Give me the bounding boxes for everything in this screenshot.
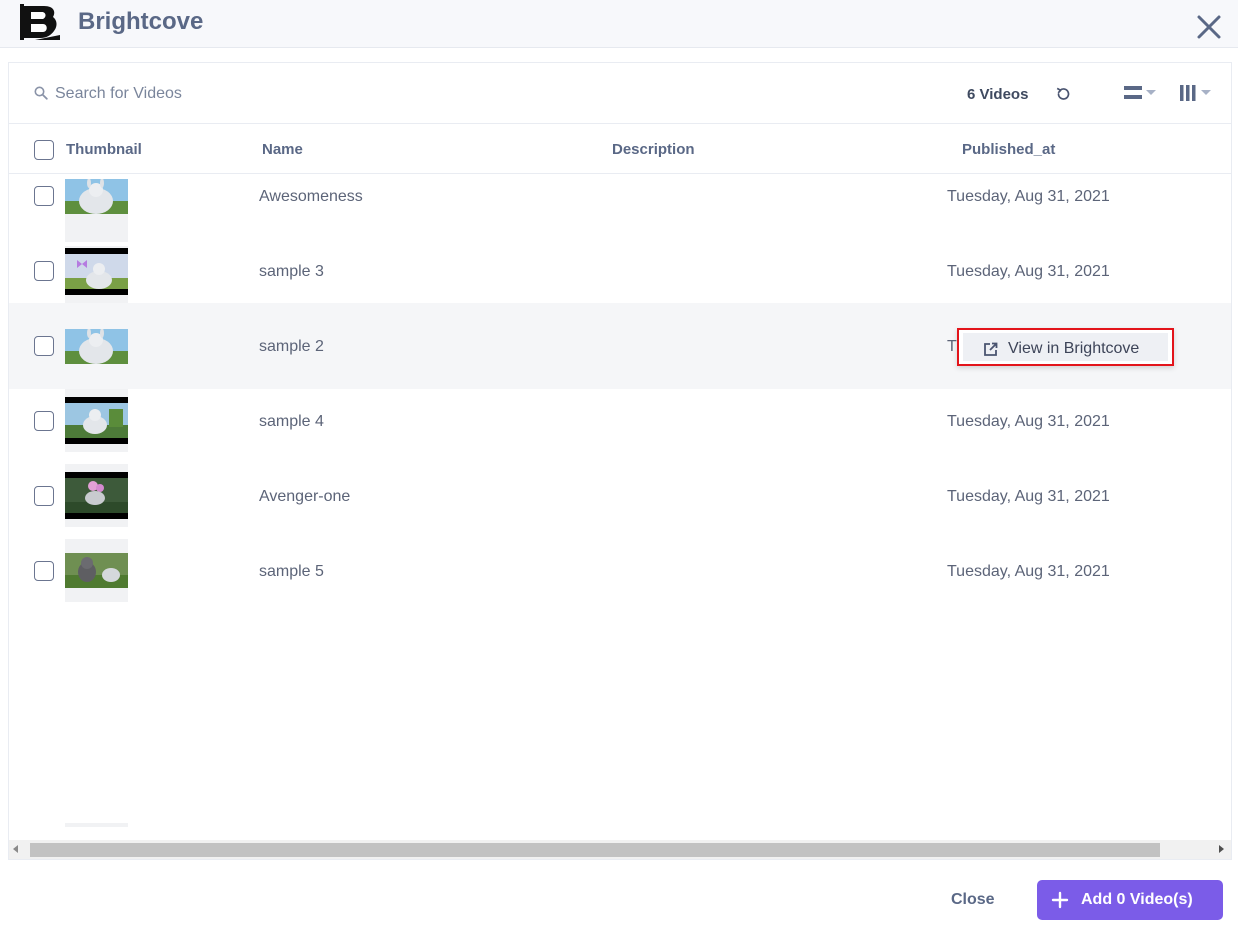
select-all-checkbox[interactable]: [34, 140, 54, 160]
table-row[interactable]: sample 4 Tuesday, Aug 31, 2021: [9, 389, 1231, 464]
view-in-brightcove-button[interactable]: View in Brightcove: [957, 328, 1174, 366]
columns-toggle[interactable]: [1179, 83, 1217, 103]
video-thumbnail: [65, 389, 128, 452]
video-thumbnail: [65, 246, 128, 309]
scrollbar-thumb[interactable]: [30, 843, 1160, 857]
column-header-published-at[interactable]: Published_at: [962, 141, 1055, 158]
row-checkbox[interactable]: [34, 186, 54, 206]
row-checkbox[interactable]: [34, 486, 54, 506]
row-checkbox[interactable]: [34, 261, 54, 281]
brand-title: Brightcove: [78, 8, 204, 35]
video-name: sample 2: [259, 338, 324, 355]
row-checkbox[interactable]: [34, 411, 54, 431]
partial-thumbnail: [65, 823, 128, 827]
table-row[interactable]: sample 3 Tuesday, Aug 31, 2021: [9, 228, 1231, 309]
video-thumbnail: [65, 464, 128, 527]
video-published-at: Tuesday, Aug 31, 2021: [947, 488, 1110, 505]
add-videos-button[interactable]: Add 0 Video(s): [1037, 880, 1223, 920]
close-icon[interactable]: [1196, 14, 1222, 40]
video-name: sample 5: [259, 563, 324, 580]
video-published-at: Tuesday, Aug 31, 2021: [947, 263, 1110, 280]
horizontal-scrollbar[interactable]: [9, 840, 1231, 859]
column-header-thumbnail[interactable]: Thumbnail: [66, 141, 142, 158]
scroll-right-arrow-icon[interactable]: [1219, 845, 1224, 853]
video-published-at: Tuesday, Aug 31, 2021: [947, 413, 1110, 430]
table-row[interactable]: Awesomeness Tuesday, Aug 31, 2021: [9, 159, 1231, 242]
table-row[interactable]: sample 5 Tuesday, Aug 31, 2021: [9, 539, 1231, 614]
video-name: sample 3: [259, 263, 324, 280]
close-button[interactable]: Close: [951, 891, 995, 909]
video-thumbnail: [65, 539, 128, 602]
video-name: sample 4: [259, 413, 324, 430]
external-link-icon: [984, 342, 998, 356]
plus-icon: [1051, 891, 1069, 909]
video-list-panel: 6 Videos Thumbnail Name Description Publ…: [8, 62, 1232, 860]
toolbar: 6 Videos: [9, 63, 1231, 124]
view-in-brightcove-label: View in Brightcove: [1008, 340, 1140, 357]
modal-header: Brightcove: [0, 0, 1238, 48]
view-in-brightcove-inner: View in Brightcove: [963, 333, 1168, 361]
video-published-at: Tuesday, Aug 31, 2021: [947, 563, 1110, 580]
brightcove-logo: [20, 4, 60, 40]
row-checkbox[interactable]: [34, 561, 54, 581]
search-icon: [34, 86, 48, 100]
search-input[interactable]: [55, 82, 355, 106]
table-row[interactable]: Avenger-one Tuesday, Aug 31, 2021: [9, 464, 1231, 539]
video-published-at: Tuesday, Aug 31, 2021: [947, 188, 1110, 205]
video-name: Avenger-one: [259, 488, 351, 505]
add-videos-label: Add 0 Video(s): [1081, 891, 1193, 908]
row-density-toggle[interactable]: [1123, 83, 1161, 103]
column-header-description[interactable]: Description: [612, 141, 695, 158]
video-published-at: T: [947, 338, 957, 355]
video-name: Awesomeness: [259, 188, 363, 205]
scroll-left-arrow-icon[interactable]: [13, 845, 18, 853]
refresh-icon[interactable]: [1055, 86, 1071, 102]
row-checkbox[interactable]: [34, 336, 54, 356]
column-header-name[interactable]: Name: [262, 141, 303, 158]
video-thumbnail: [65, 329, 128, 364]
video-count: 6 Videos: [967, 86, 1029, 103]
